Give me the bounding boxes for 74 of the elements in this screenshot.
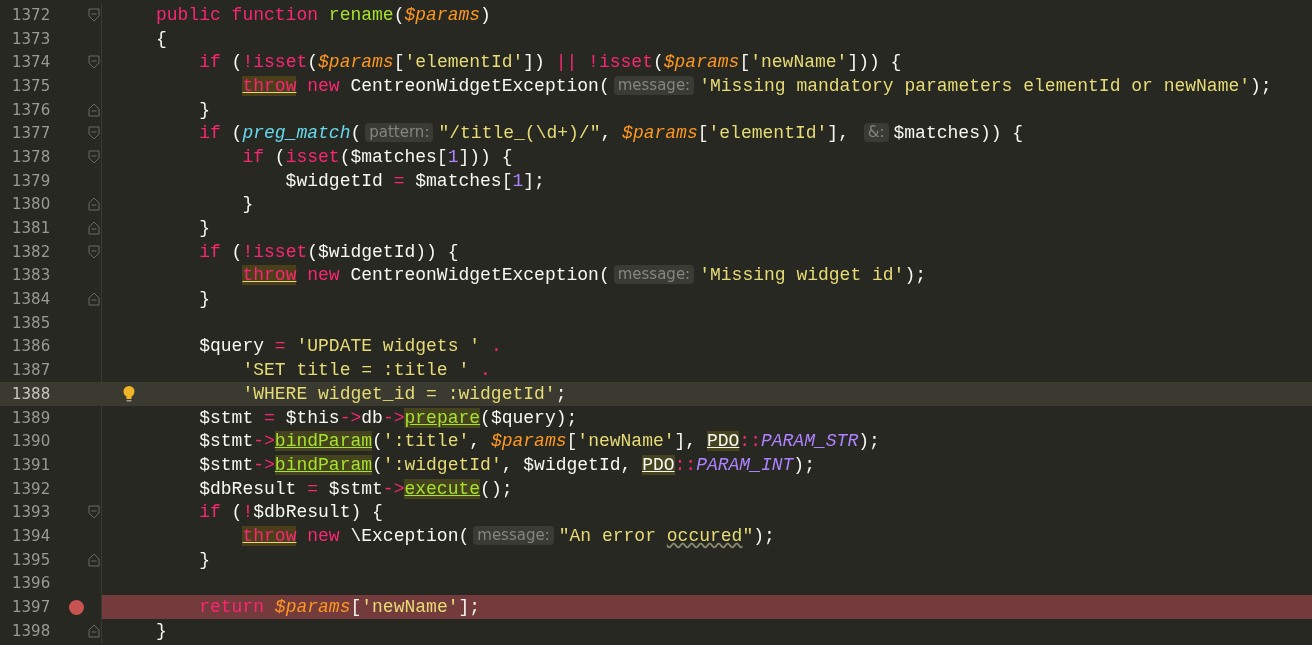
fold-icon[interactable] <box>88 505 100 520</box>
code-line: throw new \Exception( message: "An error occured"); <box>241 524 775 547</box>
parameter-hint: pattern: <box>365 123 434 143</box>
code-line: 'SET title = :title ' . <box>241 359 491 382</box>
warning-keyword: throw <box>242 525 297 546</box>
code-line: throw new CentreonWidgetException( message: 'Missing widget id'); <box>241 264 926 287</box>
code-line: } <box>241 193 254 216</box>
fold-icon[interactable] <box>88 7 100 22</box>
warning-keyword: throw <box>242 75 297 96</box>
code-line: if (!isset($widgetId)) { <box>198 240 459 263</box>
code-line: $stmt->bindParam(':widgetId', $widgetId, PDO::PARAM_INT); <box>198 453 815 476</box>
parameter-hint: message: <box>613 75 695 95</box>
line-number: 1385 <box>11 313 52 332</box>
fold-icon[interactable] <box>88 244 100 259</box>
code-line: if (!isset($params['elementId']) || !isset($params['newName'])) { <box>198 51 902 74</box>
line-number: 1396 <box>11 574 52 593</box>
parameter-hint: message: <box>613 265 695 285</box>
code-line: if (!$dbResult) { <box>198 501 383 524</box>
line-number: 1397 <box>11 598 52 617</box>
line-number: 1393 <box>11 503 52 522</box>
code-line: return $params['newName']; <box>198 596 481 619</box>
line-number: 1391 <box>11 455 52 474</box>
code-line: } <box>198 98 210 121</box>
line-number: 1374 <box>11 53 52 72</box>
code-line: $stmt->bindParam(':title', $params['newName'], PDO::PARAM_STR); <box>198 430 880 453</box>
fold-icon[interactable] <box>88 126 100 141</box>
parameter-hint: &: <box>863 123 889 143</box>
line-number: 1395 <box>11 550 52 569</box>
line-number: 1387 <box>11 361 52 380</box>
fold-end-icon[interactable] <box>88 102 100 117</box>
warning-keyword: throw <box>242 265 297 286</box>
breakpoint-icon[interactable] <box>68 599 84 615</box>
fold-icon[interactable] <box>88 55 100 70</box>
line-number: 1390 <box>11 432 52 451</box>
fold-end-icon[interactable] <box>88 197 100 212</box>
code-line: { <box>156 27 167 50</box>
line-number: 1373 <box>11 29 52 48</box>
line-number: 1382 <box>11 242 52 261</box>
code-line: $widgetId = $matches[1]; <box>284 169 545 192</box>
fold-end-icon[interactable] <box>88 623 100 638</box>
code-line: $dbResult = $stmt->execute(); <box>198 477 513 500</box>
line-number: 1379 <box>11 171 52 190</box>
line-number: 1375 <box>11 76 52 95</box>
code-line: } <box>198 217 210 240</box>
line-number: 1386 <box>11 337 52 356</box>
line-number: 1380 <box>11 195 52 214</box>
code-line: public function rename($params) <box>156 3 491 26</box>
code-line: $stmt = $this->db->prepare($query); <box>198 406 578 429</box>
line-number: 1376 <box>11 100 52 119</box>
code-line: $query = 'UPDATE widgets ' . <box>198 335 502 358</box>
fold-icon[interactable] <box>88 149 100 164</box>
code-line: 'WHERE widget_id = :widgetId'; <box>241 382 567 405</box>
code-line: } <box>198 288 210 311</box>
code-line: if (isset($matches[1])) { <box>241 145 513 168</box>
fold-end-icon[interactable] <box>88 552 100 567</box>
line-number: 1394 <box>11 526 52 545</box>
line-number: 1378 <box>11 147 52 166</box>
line-number: 1398 <box>11 621 52 640</box>
code-line: if (preg_match( pattern: "/title_(\d+)/", $params['elementId'], &: $matches)) { <box>198 122 1024 145</box>
fold-end-icon[interactable] <box>88 221 100 236</box>
lightbulb-icon[interactable] <box>122 384 136 403</box>
line-number: 1388 <box>11 384 52 403</box>
line-number: 1384 <box>11 290 52 309</box>
code-line: } <box>198 548 210 571</box>
line-number: 1383 <box>11 266 52 285</box>
line-number: 1372 <box>11 5 52 24</box>
line-number: 1381 <box>11 219 52 238</box>
line-number: 1392 <box>11 479 52 498</box>
fold-end-icon[interactable] <box>88 292 100 307</box>
line-number: 1377 <box>11 124 52 143</box>
line-number: 1389 <box>11 408 52 427</box>
parameter-hint: message: <box>473 525 554 545</box>
code-line: throw new CentreonWidgetException( message: 'Missing mandatory parameters elementId or newName'); <box>241 74 1272 97</box>
code-line: } <box>156 619 167 642</box>
